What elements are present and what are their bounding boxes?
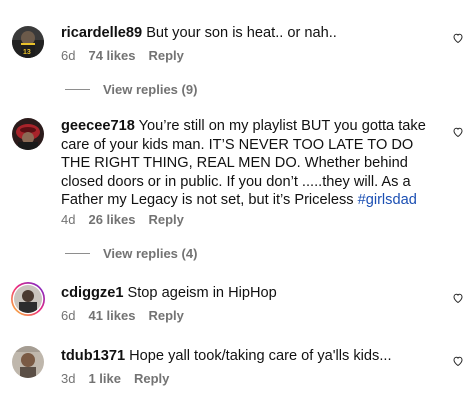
divider-line [65,253,90,254]
view-replies-button[interactable]: View replies (4) [65,246,197,261]
timestamp: 6d [61,308,76,323]
comment-message: Stop ageism in HipHop [127,285,277,301]
like-heart-icon[interactable] [452,355,464,367]
comment-body: tdub1371 Hope yall took/taking care of y… [61,347,433,366]
avatar[interactable]: 13 [12,26,44,58]
like-heart-icon[interactable] [452,126,464,138]
likes-count[interactable]: 26 likes [88,212,135,227]
like-heart-icon[interactable] [452,32,464,44]
hashtag-link[interactable]: #girlsdad [358,192,417,208]
like-heart-icon[interactable] [452,292,464,304]
view-replies-label: View replies (9) [103,82,198,97]
username[interactable]: tdub1371 [61,348,125,364]
comment-meta: 6d 74 likes Reply [61,48,184,63]
likes-count[interactable]: 1 like [88,371,121,386]
comment-text: cdiggze1 Stop ageism in HipHop [61,284,433,303]
comment-meta: 3d 1 like Reply [61,371,169,386]
comment-message: But your son is heat.. or nah.. [146,25,337,41]
username[interactable]: cdiggze1 [61,285,123,301]
reply-button[interactable]: Reply [148,212,183,227]
avatar[interactable] [12,118,44,150]
likes-count[interactable]: 74 likes [88,48,135,63]
comment-body: geecee718 You’re still on my playlist BU… [61,117,433,210]
svg-text:13: 13 [23,49,31,56]
view-replies-button[interactable]: View replies (9) [65,82,197,97]
likes-count[interactable]: 41 likes [88,308,135,323]
comment-text: geecee718 You’re still on my playlist BU… [61,117,433,210]
divider-line [65,89,90,90]
reply-button[interactable]: Reply [148,48,183,63]
comment-text: ricardelle89 But your son is heat.. or n… [61,24,433,43]
username[interactable]: ricardelle89 [61,25,142,41]
reply-button[interactable]: Reply [148,308,183,323]
comment-message: Hope yall took/taking care of ya'lls kid… [129,348,392,364]
timestamp: 4d [61,212,76,227]
comment-meta: 4d 26 likes Reply [61,212,184,227]
comment-body: cdiggze1 Stop ageism in HipHop [61,284,433,303]
avatar[interactable] [12,346,44,378]
comment-body: ricardelle89 But your son is heat.. or n… [61,24,433,43]
comment-meta: 6d 41 likes Reply [61,308,184,323]
comment-text: tdub1371 Hope yall took/taking care of y… [61,347,433,366]
view-replies-label: View replies (4) [103,246,198,261]
username[interactable]: geecee718 [61,118,135,134]
timestamp: 3d [61,371,76,386]
reply-button[interactable]: Reply [134,371,169,386]
timestamp: 6d [61,48,76,63]
avatar[interactable] [10,281,46,317]
